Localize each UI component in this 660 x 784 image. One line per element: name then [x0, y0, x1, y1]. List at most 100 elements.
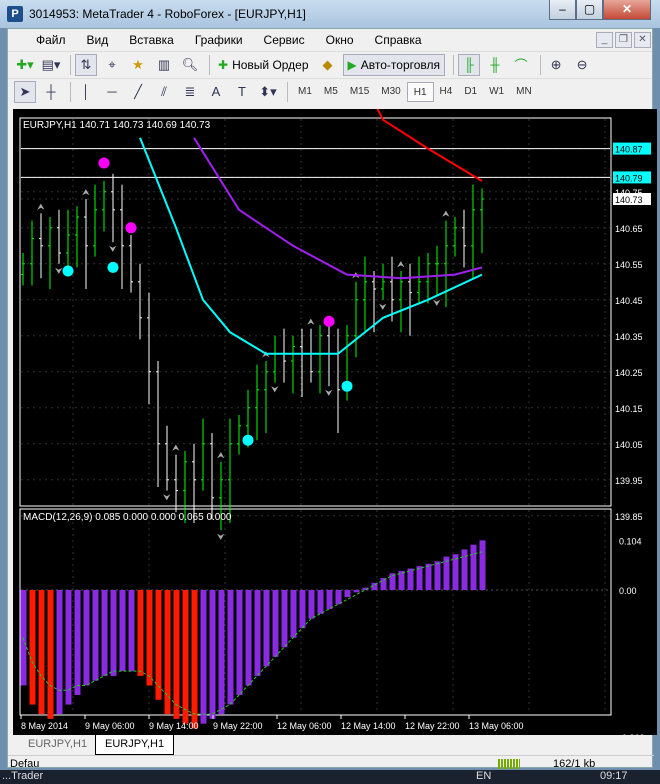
menu-help[interactable]: Справка — [375, 33, 422, 47]
window-title: 3014953: MetaTrader 4 - RoboForex - [EUR… — [29, 7, 306, 21]
price-axis-label: 139.95 — [615, 476, 643, 486]
market-watch-icon[interactable]: ⇅ — [75, 53, 97, 76]
taskbar-app[interactable]: ...Trader — [2, 770, 43, 782]
cursor-icon[interactable]: ➤ — [14, 80, 36, 103]
drawing-toolbar: ➤ ┼ │ ─ ╱ ⫽ ≣ A T ⬍▾ M1 M5 M15 M30 H1 H4… — [8, 78, 652, 104]
favorites-folder-icon[interactable]: ★ — [127, 54, 149, 76]
menu-file[interactable]: Файл — [36, 33, 66, 47]
mdi-minimize-button[interactable]: _ — [596, 32, 613, 48]
timeframe-h1[interactable]: H1 — [406, 81, 434, 102]
mdi-restore-button[interactable]: ❐ — [615, 32, 632, 48]
mdi-close-button[interactable]: ✕ — [634, 32, 651, 48]
text-icon[interactable]: A — [205, 81, 227, 103]
time-axis-label: 8 May 2014 — [21, 721, 68, 731]
macd-histogram-bar — [389, 573, 396, 590]
connection-icon — [498, 759, 520, 769]
macd-histogram-bar — [56, 590, 63, 715]
macd-histogram-bar — [92, 590, 99, 681]
zoom-out-icon[interactable]: ⊖ — [571, 54, 593, 76]
signal-dot-cyan — [242, 434, 254, 446]
crosshair-target-icon[interactable]: ⌖ — [101, 54, 123, 76]
macd-histogram-bar — [290, 590, 297, 638]
timeframe-m5[interactable]: M5 — [318, 82, 344, 102]
fractal-arrow-icon: ⮟ — [163, 493, 171, 503]
fractal-arrow-icon: ⮝ — [172, 443, 180, 453]
fractal-arrow-icon: ⮟ — [109, 244, 117, 254]
fractal-arrow-icon: ⮟ — [379, 302, 387, 312]
profiles-icon[interactable]: ▤▾ — [40, 54, 62, 76]
chart-window[interactable]: ⮝⮟⮝⮟⮝⮟⮝⮝⮟⮝⮟⮝⮟⮝⮟⮝⮟⮝ EURJPY,H1 140.71 140.… — [13, 0, 657, 743]
macd-histogram-bar — [209, 590, 216, 719]
close-button[interactable]: ✕ — [603, 0, 651, 20]
vertical-line-icon[interactable]: │ — [75, 81, 97, 103]
menu-tools[interactable]: Сервис — [264, 33, 305, 47]
autotrading-button[interactable]: ▶ Авто-торговля — [342, 53, 446, 76]
macd-histogram-bar — [335, 590, 342, 605]
menu-bar: Файл Вид Вставка Графики Сервис Окно Спр… — [8, 29, 652, 51]
zoom-in-icon[interactable]: ⊕ — [545, 54, 567, 76]
maximize-button[interactable]: ▢ — [576, 0, 603, 20]
timeframe-m15[interactable]: M15 — [344, 82, 375, 102]
menu-insert[interactable]: Вставка — [129, 33, 174, 47]
time-axis-label: 9 May 14:00 — [149, 721, 199, 731]
price-axis-label: 139.85 — [615, 512, 643, 522]
fibonacci-icon[interactable]: ≣ — [179, 81, 201, 103]
language-indicator[interactable]: EN — [476, 770, 491, 782]
menu-charts[interactable]: Графики — [195, 33, 243, 47]
chart-tab[interactable]: EURJPY,H1 — [19, 735, 96, 755]
chart-tab-active[interactable]: EURJPY,H1 — [95, 735, 175, 755]
signal-dot-cyan — [107, 261, 119, 273]
fractal-arrow-icon: ⮟ — [217, 532, 225, 542]
new-chart-icon[interactable]: ✚▾ — [14, 54, 36, 76]
price-axis-label: 140.73 — [615, 195, 643, 205]
price-axis-label: 140.79 — [615, 173, 643, 183]
macd-header: MACD(12,26,9) 0.085 0.000 0.000 0.065 0.… — [23, 512, 232, 523]
price-axis-label: 140.65 — [615, 224, 643, 234]
strategy-tester-icon[interactable]: 🔍︎ — [179, 54, 201, 76]
price-axis-label: 140.05 — [615, 440, 643, 450]
chart-header: EURJPY,H1 140.71 140.73 140.69 140.73 — [23, 120, 211, 131]
candlestick-icon[interactable]: ╫ — [484, 54, 506, 76]
macd-axis-label: 0.104 — [619, 536, 642, 546]
signal-dot-cyan — [341, 380, 353, 392]
macd-histogram-bar — [353, 590, 360, 593]
timeframe-w1[interactable]: W1 — [483, 82, 510, 102]
new-order-icon: ✚ — [218, 57, 229, 72]
price-axis-label: 140.45 — [615, 296, 643, 306]
timeframe-m1[interactable]: M1 — [292, 82, 318, 102]
macd-histogram-bar — [299, 590, 306, 629]
new-order-button[interactable]: ✚ Новый Ордер — [214, 54, 313, 76]
horizontal-line-icon[interactable]: ─ — [101, 81, 123, 103]
menu-window[interactable]: Окно — [326, 33, 354, 47]
fractal-arrow-icon: ⮟ — [325, 388, 333, 398]
trendline-icon[interactable]: ╱ — [127, 81, 149, 103]
macd-histogram-bar — [452, 554, 459, 590]
price-axis-label: 140.15 — [615, 404, 643, 414]
crosshair-icon[interactable]: ┼ — [40, 81, 62, 103]
fractal-arrow-icon: ⮝ — [217, 450, 225, 460]
equidistant-channel-icon[interactable]: ⫽ — [153, 81, 175, 103]
macd-histogram-bar — [344, 590, 351, 598]
timeframe-d1[interactable]: D1 — [458, 82, 483, 102]
timeframe-m30[interactable]: M30 — [375, 82, 406, 102]
standard-toolbar: ✚▾ ▤▾ ⇅ ⌖ ★ ▥ 🔍︎ ✚ Новый Ордер ◆ ▶ Авто-то… — [8, 51, 652, 77]
traffic-status: 162/1 kb — [553, 758, 596, 770]
minimize-button[interactable]: ‒ — [549, 0, 576, 20]
arrows-icon[interactable]: ⬍▾ — [257, 81, 279, 103]
macd-axis-label: 0.00 — [619, 586, 637, 596]
terminal-icon[interactable]: ▥ — [153, 54, 175, 76]
macd-histogram-bar — [146, 590, 153, 686]
timeframe-mn[interactable]: MN — [510, 82, 538, 102]
timeframe-h4[interactable]: H4 — [434, 82, 459, 102]
bar-chart-icon[interactable]: ╟ — [458, 53, 481, 76]
macd-histogram-bar — [65, 590, 72, 705]
menu-view[interactable]: Вид — [87, 33, 109, 47]
price-chart[interactable]: ⮝⮟⮝⮟⮝⮟⮝⮝⮟⮝⮟⮝⮟⮝⮟⮝⮟⮝ EURJPY,H1 140.71 140.… — [13, 0, 657, 743]
signal-dot-magenta — [98, 157, 110, 169]
macd-histogram-bar — [164, 590, 171, 715]
metaeditor-icon[interactable]: ◆ — [317, 54, 339, 76]
line-chart-icon[interactable]: ⌒ — [510, 54, 532, 76]
macd-histogram-bar — [83, 590, 90, 686]
text-label-icon[interactable]: T — [231, 81, 253, 103]
macd-histogram-bar — [227, 590, 234, 705]
